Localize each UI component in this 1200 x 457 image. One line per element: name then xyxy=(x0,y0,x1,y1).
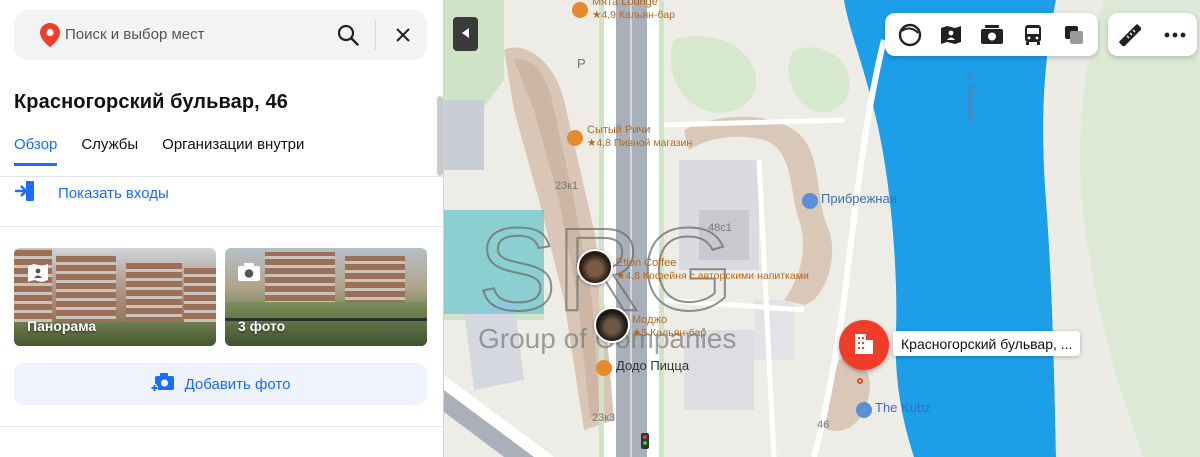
poi-dodo-pizza[interactable]: Додо Пицца xyxy=(596,358,689,376)
entrance-icon xyxy=(14,180,36,206)
marker-point xyxy=(857,378,863,384)
poi-myata-lounge[interactable]: Мята Lounge ★4,9 Кальян-бар xyxy=(572,0,675,21)
map-layers-toolbar xyxy=(885,13,1098,56)
selected-place-marker[interactable] xyxy=(839,320,889,370)
tabs-divider xyxy=(0,176,443,177)
map-tools-toolbar xyxy=(1108,13,1197,56)
tab-organizations-inside[interactable]: Организации внутри xyxy=(162,136,304,166)
building-number: 23к3 xyxy=(592,412,616,424)
poi-sytyi-richi[interactable]: Сытый Ричи ★4,8 Пивной магазин xyxy=(567,124,693,149)
poi-the-kubz[interactable]: The Kubz xyxy=(856,400,931,418)
poi-modzho-avatar[interactable] xyxy=(594,307,630,343)
photos-layer-icon[interactable] xyxy=(976,19,1008,51)
poi-rating: ★4,8 Пивной магазин xyxy=(587,136,693,149)
poi-rating: ★5 Кальян-бар xyxy=(632,326,707,339)
traffic-light-icon xyxy=(641,433,649,449)
search-icon[interactable] xyxy=(332,19,364,51)
tab-bar: Обзор Службы Организации внутри xyxy=(14,136,304,166)
tab-services[interactable]: Службы xyxy=(81,136,138,166)
show-entrances-button[interactable]: Показать входы xyxy=(14,178,169,208)
panorama-label: Панорама xyxy=(27,318,97,334)
photos-thumbnail[interactable]: 3 фото xyxy=(225,248,427,346)
building-number: 23к1 xyxy=(555,180,579,192)
panorama-icon xyxy=(26,262,50,289)
more-options-icon[interactable] xyxy=(1159,19,1191,51)
building-number: 48с1 xyxy=(708,222,732,234)
collapse-panel-button[interactable] xyxy=(453,17,478,51)
close-icon[interactable] xyxy=(387,19,419,51)
location-pin-icon xyxy=(40,23,60,52)
layers-icon[interactable] xyxy=(1058,19,1090,51)
poi-pribrezhnaya[interactable]: Прибрежная xyxy=(802,191,897,209)
poi-rating: ★4,9 Кальян-бар xyxy=(592,8,675,21)
add-photo-button[interactable]: Добавить фото xyxy=(14,363,427,405)
transport-layer-icon[interactable] xyxy=(1017,19,1049,51)
add-camera-icon xyxy=(150,371,175,397)
poi-name: Мята Lounge xyxy=(592,0,658,8)
poi-name: Etion Coffee xyxy=(616,257,677,269)
section-divider xyxy=(0,226,443,227)
poi-etion-coffee-avatar[interactable] xyxy=(577,249,613,285)
poi-rating: ★4,8 Кофейня с авторскими напитками xyxy=(616,269,809,282)
panoramas-layer-icon[interactable] xyxy=(935,19,967,51)
poi-name: Моджо xyxy=(632,314,668,326)
poi-name: Сытый Ричи xyxy=(587,124,651,136)
building-icon xyxy=(853,331,875,360)
map-layer-scheme-icon[interactable] xyxy=(894,19,926,51)
parking-label: P xyxy=(577,56,586,71)
chevron-left-icon xyxy=(461,25,470,43)
add-photo-label: Добавить фото xyxy=(184,375,291,393)
map-view[interactable]: SRG Group of Companies xyxy=(444,0,1200,457)
place-panel: Поиск и выбор мест Красногорский бульвар… xyxy=(0,0,443,457)
search-bar[interactable]: Поиск и выбор мест xyxy=(14,10,427,60)
building-number: 46 xyxy=(817,419,830,431)
search-input[interactable]: Поиск и выбор мест xyxy=(65,26,205,43)
section-divider xyxy=(0,426,443,427)
search-separator xyxy=(375,20,376,50)
show-entrances-label: Показать входы xyxy=(58,184,169,202)
poi-modzho[interactable]: Моджо ★5 Кальян-бар xyxy=(632,314,706,339)
photos-count-label: 3 фото xyxy=(238,318,286,334)
poi-etion-coffee[interactable]: Etion Coffee ★4,8 Кофейня с авторскими н… xyxy=(616,257,809,282)
ruler-icon[interactable] xyxy=(1114,19,1146,51)
selected-place-label[interactable]: Красногорский бульвар, ... xyxy=(893,331,1081,356)
tab-overview[interactable]: Обзор xyxy=(14,136,58,166)
page-title: Красногорский бульвар, 46 xyxy=(14,91,288,113)
panorama-thumbnail[interactable]: Панорама xyxy=(14,248,216,346)
map-canvas xyxy=(444,0,1200,457)
river-label: р. Москва xyxy=(964,72,976,122)
camera-icon xyxy=(237,262,261,287)
